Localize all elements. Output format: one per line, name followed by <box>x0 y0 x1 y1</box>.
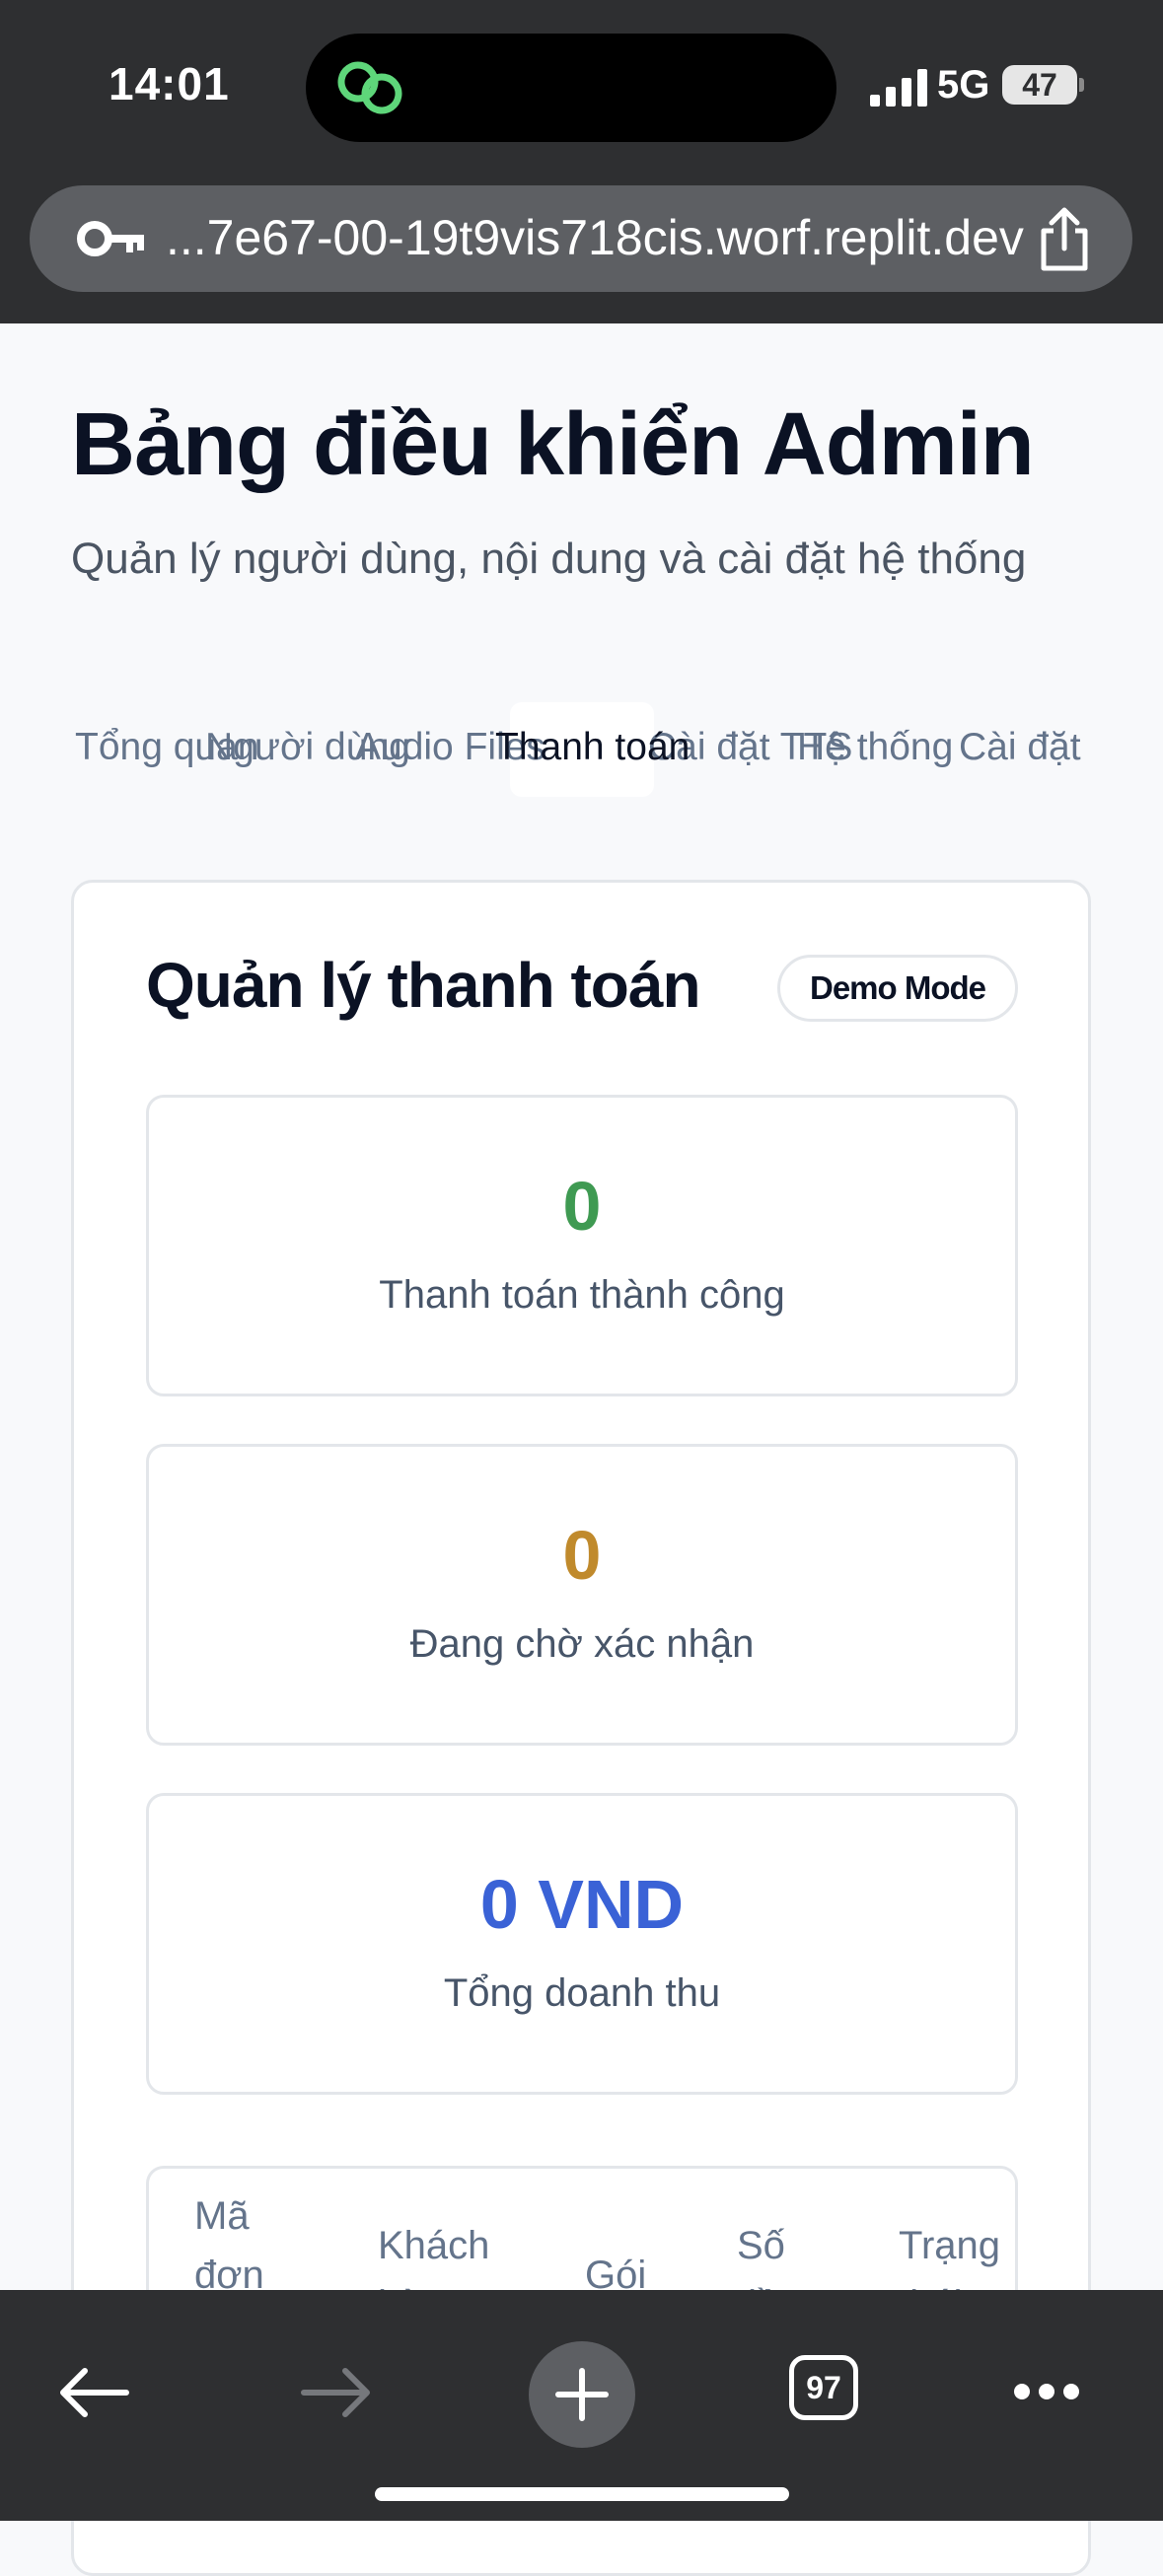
key-icon <box>77 221 144 256</box>
signal-icon <box>870 69 927 107</box>
new-tab-button[interactable] <box>529 2341 635 2448</box>
stat-value: 0 <box>562 1517 602 1594</box>
browser-top-chrome: 14:01 5G 47 ...7e67-00-19t9vis718cis.wor… <box>0 0 1163 323</box>
stat-label: Đang chờ xác nhận <box>409 1622 755 1666</box>
stat-value: 0 VND <box>479 1866 685 1943</box>
home-indicator <box>375 2487 789 2501</box>
demo-mode-badge: Demo Mode <box>777 955 1018 1022</box>
url-text: ...7e67-00-19t9vis718cis.worf.replit.dev <box>166 210 1024 265</box>
stat-successful-payments: 0 Thanh toán thành công <box>146 1095 1018 1396</box>
more-options-icon[interactable] <box>1012 2379 1081 2404</box>
battery-icon: 47 <box>1002 65 1077 105</box>
column-header-order-id: Mã đơn <box>194 2194 264 2297</box>
stat-label: Tổng doanh thu <box>443 1971 721 2015</box>
battery-nub <box>1079 78 1084 92</box>
dynamic-island <box>306 34 836 142</box>
page-subtitle: Quản lý người dùng, nội dung và cài đặt … <box>71 535 1027 583</box>
link-activity-icon <box>337 61 402 114</box>
forward-arrow-icon[interactable] <box>300 2365 373 2420</box>
stat-value: 0 <box>562 1168 602 1245</box>
share-icon[interactable] <box>1032 205 1097 274</box>
browser-bottom-toolbar: 97 <box>0 2290 1163 2521</box>
tab-switcher-button[interactable]: 97 <box>789 2355 858 2420</box>
stat-total-revenue: 0 VND Tổng doanh thu <box>146 1793 1018 2095</box>
plus-icon <box>555 2368 609 2421</box>
status-time: 14:01 <box>109 58 230 109</box>
network-type: 5G <box>937 63 990 107</box>
tab-payments[interactable]: Thanh toán <box>495 726 690 769</box>
stat-pending-confirmation: 0 Đang chờ xác nhận <box>146 1444 1018 1746</box>
page-title: Bảng điều khiển Admin <box>71 395 1035 494</box>
stat-label: Thanh toán thành công <box>379 1273 785 1317</box>
tab-system[interactable]: Hệ thống <box>797 726 953 769</box>
back-arrow-icon[interactable] <box>57 2365 130 2420</box>
payments-title: Quản lý thanh toán <box>146 950 701 1021</box>
tab-settings[interactable]: Cài đặt <box>959 726 1081 769</box>
address-bar[interactable]: ...7e67-00-19t9vis718cis.worf.replit.dev <box>30 185 1132 292</box>
